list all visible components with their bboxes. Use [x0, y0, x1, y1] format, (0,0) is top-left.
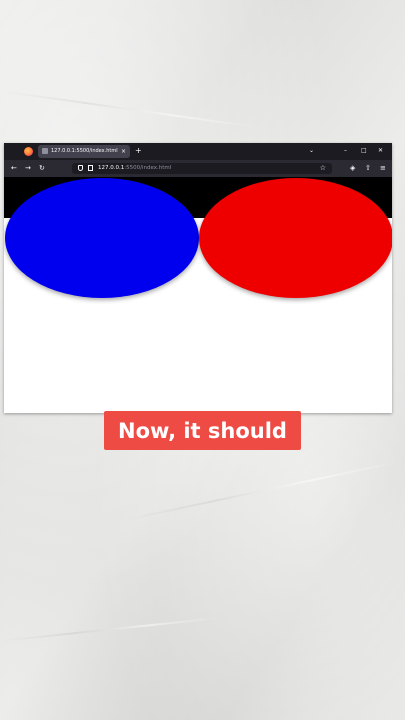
paper-crease — [0, 90, 258, 129]
reload-button[interactable]: ↻ — [39, 163, 45, 173]
url-host: 127.0.0.1 — [98, 165, 125, 171]
back-button[interactable]: ← — [11, 163, 17, 173]
tab-title: 127.0.0.1:5500/index.html — [51, 148, 118, 154]
close-window-button[interactable]: ✕ — [378, 146, 383, 156]
forward-button[interactable]: → — [25, 163, 31, 173]
navigation-toolbar: ← → ↻ 127.0.0.1:5500/index.html ☆ ◈ ⇧ ≡ — [4, 160, 392, 177]
paper-crease — [119, 460, 399, 522]
url-path: :5500/index.html — [124, 165, 172, 171]
red-ellipse — [199, 178, 392, 298]
browser-window: 127.0.0.1:5500/index.html × + ⌄ – □ ✕ ← … — [4, 143, 392, 413]
screen: 127.0.0.1:5500/index.html × + ⌄ – □ ✕ ← … — [0, 0, 405, 720]
blue-ellipse — [5, 178, 199, 298]
bookmark-star-icon[interactable]: ☆ — [320, 163, 326, 173]
tab-list-icon[interactable]: ⌄ — [309, 146, 314, 156]
new-tab-button[interactable]: + — [135, 146, 142, 156]
paper-crease — [0, 617, 219, 642]
caption-banner: Now, it should — [104, 411, 301, 450]
page-viewport — [4, 177, 392, 413]
url-bar[interactable]: 127.0.0.1:5500/index.html ☆ — [72, 163, 332, 174]
caption-text: Now, it should — [118, 418, 287, 443]
minimize-button[interactable]: – — [344, 146, 347, 156]
url-text: 127.0.0.1:5500/index.html — [98, 164, 171, 173]
pocket-icon[interactable]: ◈ — [350, 163, 355, 173]
tracking-shield-icon[interactable] — [78, 165, 83, 171]
firefox-logo-icon — [24, 147, 33, 156]
page-favicon-icon — [42, 148, 48, 154]
tab-index-html[interactable]: 127.0.0.1:5500/index.html × — [38, 145, 130, 158]
maximize-button[interactable]: □ — [361, 146, 367, 156]
tab-bar: 127.0.0.1:5500/index.html × + ⌄ – □ ✕ — [4, 143, 392, 160]
menu-icon[interactable]: ≡ — [380, 163, 386, 173]
page-info-icon[interactable] — [88, 165, 93, 171]
tab-close-icon[interactable]: × — [121, 147, 126, 156]
extensions-icon[interactable]: ⇧ — [365, 163, 371, 173]
